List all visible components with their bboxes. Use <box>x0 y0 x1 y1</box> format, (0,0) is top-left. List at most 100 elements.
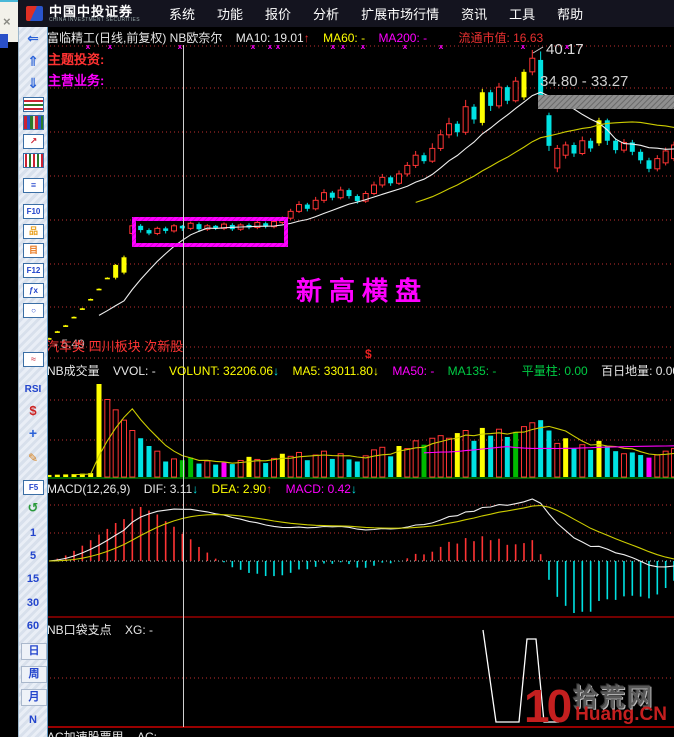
candle <box>163 228 169 231</box>
period-15[interactable]: 15 <box>21 571 45 588</box>
candle <box>404 164 411 175</box>
volume-bar <box>471 440 477 477</box>
candle <box>320 192 327 201</box>
volume-bar <box>638 455 644 477</box>
volume-bar <box>421 444 427 477</box>
macd-indicator-name[interactable]: MACD(12,26,9) <box>47 482 130 496</box>
volume-bar <box>163 461 169 477</box>
period-day[interactable]: 日 <box>21 643 47 660</box>
trend-line-icon[interactable]: ↗ <box>23 134 44 149</box>
volunt-value: VOLUNT: 32206.06 <box>169 364 274 378</box>
fx-icon[interactable]: ƒx <box>23 283 44 298</box>
menu-tools[interactable]: 工具 <box>509 4 535 23</box>
candle <box>488 92 494 106</box>
volume-bar <box>304 460 310 477</box>
candle <box>170 225 177 232</box>
refresh-icon[interactable]: ↺ <box>21 500 45 517</box>
period-week[interactable]: 周 <box>21 666 47 683</box>
pocket-indicator-name[interactable]: NB口袋支点 <box>47 623 112 637</box>
doc-icon[interactable]: 目 <box>23 243 44 258</box>
candle <box>187 222 194 229</box>
menu-bar: 中国中投证券 CHINA INVESTMENT SECURITIES 系统 功能… <box>18 0 674 27</box>
candle <box>646 160 652 169</box>
rsi-button[interactable]: RSI <box>21 382 45 399</box>
move-icon[interactable]: + <box>21 425 45 442</box>
up-arrow-icon: ↑ <box>266 482 273 496</box>
kline-icon[interactable] <box>23 153 44 168</box>
volume-bar <box>462 430 469 478</box>
candle <box>504 87 510 101</box>
volume-bar <box>246 456 252 477</box>
f12-icon[interactable]: F12 <box>23 263 44 278</box>
back-arrow-icon[interactable]: ⇐ <box>21 30 45 47</box>
pencil-icon[interactable]: ✎ <box>21 450 45 467</box>
indicator-line <box>532 46 544 54</box>
candle <box>354 196 360 202</box>
volume-indicator-name[interactable]: NB成交量 <box>47 364 100 378</box>
menu-help[interactable]: 帮助 <box>557 4 583 23</box>
f10-icon[interactable]: F10 <box>23 204 44 219</box>
pocket-pivot-header: NB口袋支点 XG: - <box>47 621 153 638</box>
volume-bar <box>596 440 602 477</box>
period-n[interactable]: N <box>21 712 45 729</box>
xg-value: XG: - <box>125 623 154 637</box>
candle <box>662 150 669 164</box>
toolbar-sidebar: ⇐ ⇑ ⇓ ↗ ≡ F10 品目 F12 ƒx ○ ≈ RSI $ + ✎ F5 ↺ 1 5 15 30 60 日周月 N <box>18 27 48 737</box>
volume-bar <box>170 458 177 478</box>
ac-indicator-name[interactable]: AC加速股票甩 <box>47 730 124 737</box>
circle-icon[interactable]: ○ <box>23 303 44 318</box>
sector-tags-label[interactable]: 汽车类 四川板块 次新股 <box>46 336 183 355</box>
dollar-icon[interactable]: $ <box>21 403 45 420</box>
down-arrow-icon[interactable]: ⇓ <box>21 75 45 92</box>
menu-news[interactable]: 资讯 <box>461 4 487 23</box>
dea-value: DEA: 2.90 <box>211 482 267 496</box>
menu-system[interactable]: 系统 <box>169 4 195 23</box>
wave-icon[interactable]: ≈ <box>23 352 44 367</box>
peak-price-label: 40.17 <box>546 41 584 58</box>
candle <box>521 71 527 98</box>
period-1[interactable]: 1 <box>21 525 45 542</box>
volume-bar <box>504 436 510 477</box>
org-icon[interactable]: 品 <box>23 224 44 239</box>
candle <box>63 325 69 327</box>
close-icon[interactable]: × <box>3 14 11 29</box>
ac-value: AC: - <box>137 730 165 737</box>
main-business-label: 主营业务: <box>48 73 105 88</box>
down-arrow-icon: ↓ <box>192 482 199 496</box>
candle <box>146 230 152 234</box>
volume-bar <box>96 384 102 477</box>
volume-bar <box>54 474 60 477</box>
report-icon[interactable] <box>23 97 44 112</box>
candle <box>337 189 344 199</box>
menu-function[interactable]: 功能 <box>217 4 243 23</box>
menu-analysis[interactable]: 分析 <box>313 4 339 23</box>
market-cap-value: 流通市值: 16.63 <box>458 31 544 45</box>
stock-name[interactable]: 富临精工(日线,前复权) NB欧奈尔 <box>47 31 222 45</box>
f5-icon[interactable]: F5 <box>23 480 44 495</box>
dif-value: DIF: 3.11 <box>143 482 193 496</box>
volume-bar <box>63 474 69 477</box>
pages-icon[interactable]: ≡ <box>23 178 44 193</box>
candle <box>312 199 319 210</box>
candle <box>445 123 452 136</box>
menu-quotes[interactable]: 报价 <box>265 4 291 23</box>
up-arrow-icon[interactable]: ⇑ <box>21 53 45 70</box>
volume-bar <box>346 459 352 477</box>
panel-handle[interactable] <box>0 34 8 48</box>
period-month[interactable]: 月 <box>21 689 47 706</box>
quote-grid-icon[interactable] <box>23 115 44 130</box>
volume-bar <box>354 461 360 477</box>
candle <box>421 155 427 162</box>
volume-bar <box>329 458 335 477</box>
menu-extended-market[interactable]: 扩展市场行情 <box>361 4 439 23</box>
candle <box>554 147 561 169</box>
indicator-line <box>415 121 674 203</box>
period-5[interactable]: 5 <box>21 548 45 565</box>
period-60[interactable]: 60 <box>21 618 45 635</box>
up-arrow-icon: ↑ <box>303 31 310 45</box>
period-30[interactable]: 30 <box>21 595 45 612</box>
ma200-value: MA200: - <box>378 31 428 45</box>
volume-bar <box>154 450 161 478</box>
volume-bar <box>571 448 577 477</box>
volume-bar <box>379 446 386 478</box>
